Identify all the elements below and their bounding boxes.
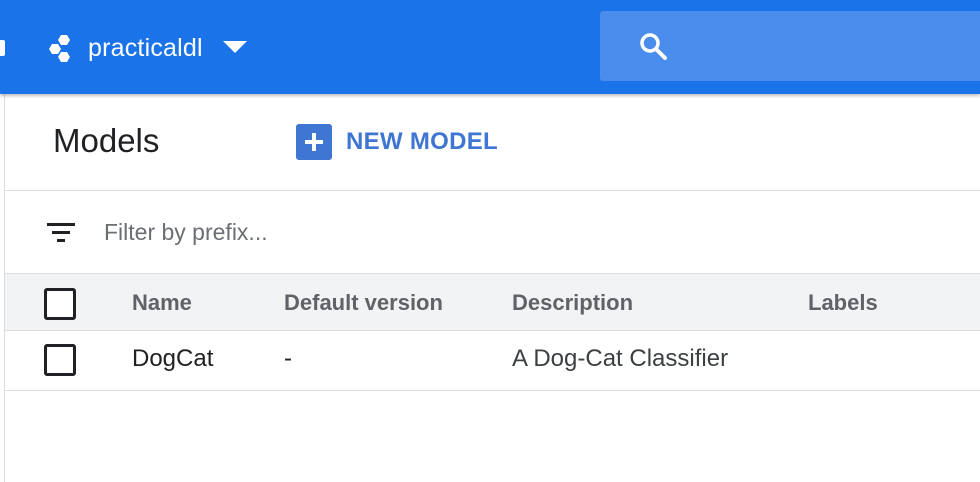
row-checkbox[interactable] (44, 344, 76, 376)
model-name-link[interactable]: DogCat (132, 345, 213, 373)
new-model-button[interactable]: NEW MODEL (296, 124, 498, 160)
column-header-description[interactable]: Description (512, 290, 633, 316)
search-icon (640, 33, 667, 60)
add-icon (296, 124, 332, 160)
description-cell: A Dog-Cat Classifier (512, 345, 729, 372)
select-all-checkbox[interactable] (44, 288, 76, 320)
column-header-name[interactable]: Name (132, 290, 192, 316)
header-divider (5, 190, 980, 191)
column-header-labels[interactable]: Labels (808, 290, 878, 316)
table-row: DogCat - A Dog-Cat Classifier (5, 331, 980, 391)
nav-menu-edge[interactable] (0, 40, 5, 56)
search-box[interactable] (600, 11, 980, 81)
page-title: Models (53, 122, 160, 159)
new-model-label: NEW MODEL (346, 128, 499, 155)
top-app-bar: practicaldl (0, 0, 980, 94)
project-name: practicaldl (88, 33, 203, 62)
default-version-cell: - (284, 345, 292, 372)
project-selector[interactable]: practicaldl (48, 28, 247, 68)
hexagon-cluster-icon (49, 35, 70, 62)
chevron-down-icon (222, 41, 247, 53)
table-header: Name Default version Description Labels (5, 273, 980, 331)
filter-input[interactable] (104, 214, 704, 250)
column-header-default-version[interactable]: Default version (284, 290, 443, 316)
filter-icon[interactable] (47, 221, 75, 243)
